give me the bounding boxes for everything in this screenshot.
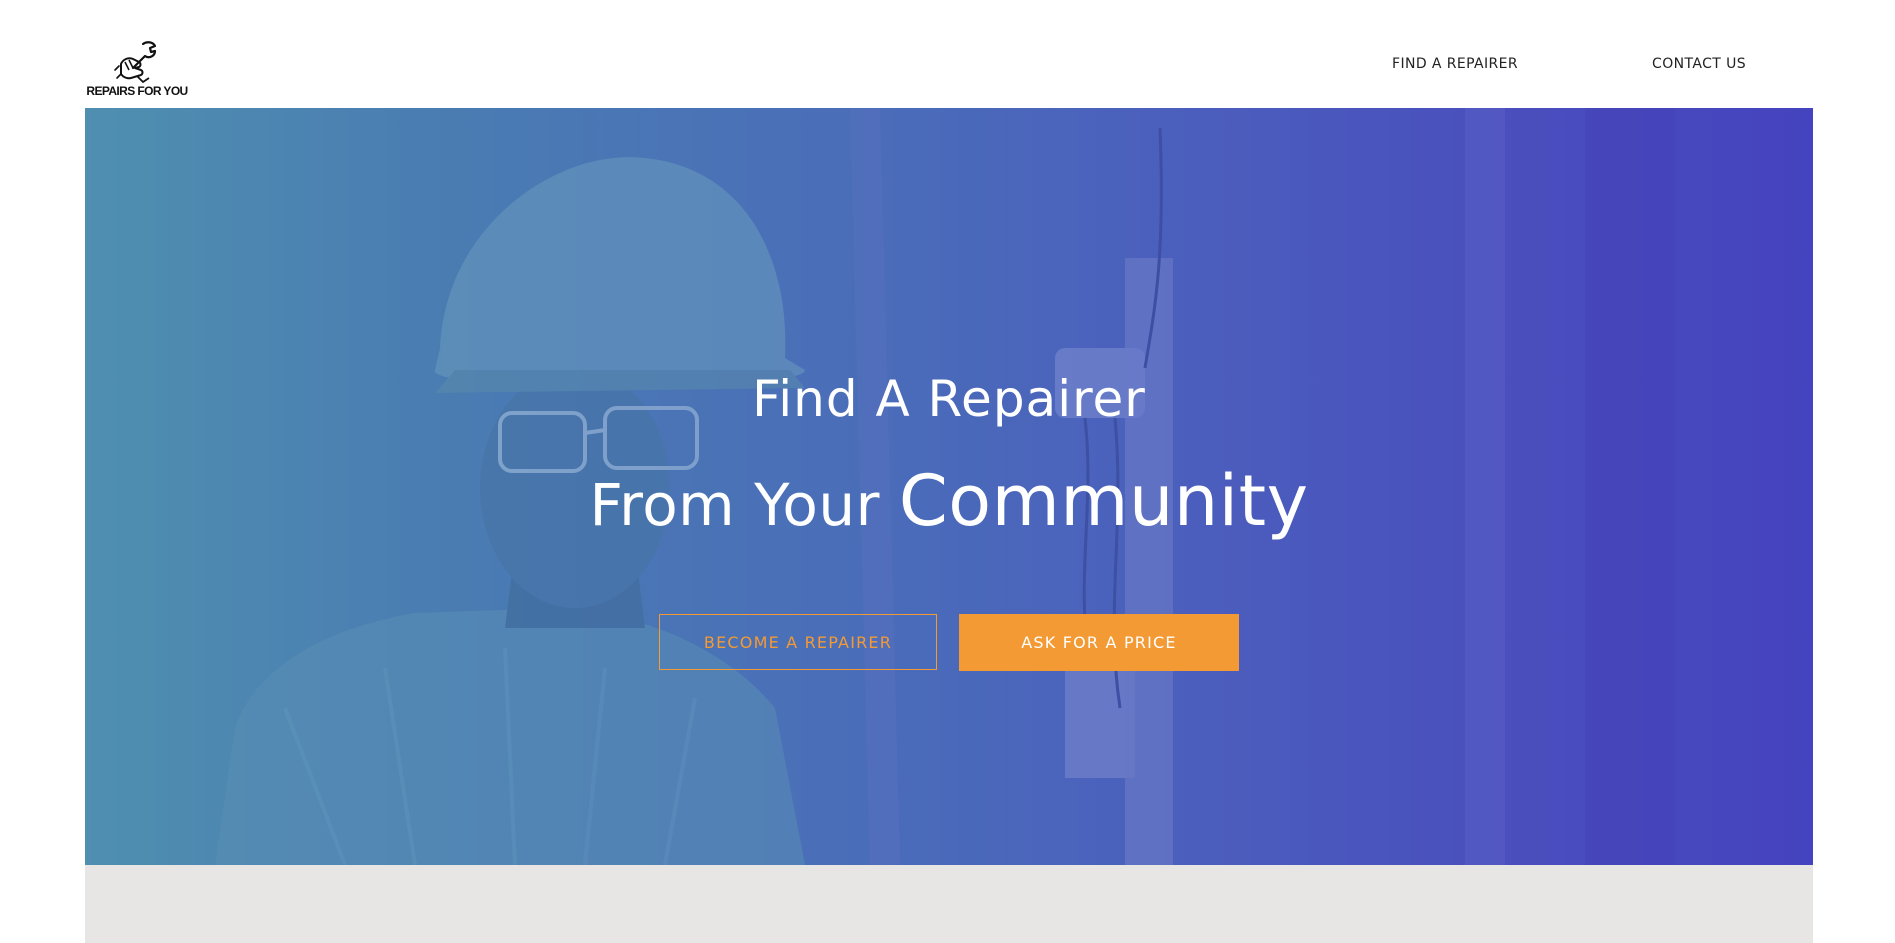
hero-banner: Find A Repairer From Your Community BECO… <box>85 108 1813 865</box>
hero-subtitle-community: Community <box>898 460 1309 542</box>
page: REPAIRS FOR YOU FIND A REPAIRER CONTACT … <box>0 0 1895 943</box>
hero-subtitle: From Your Community <box>85 460 1813 542</box>
become-a-repairer-button[interactable]: BECOME A REPAIRER <box>659 614 937 670</box>
next-section-band <box>85 865 1813 943</box>
hero-subtitle-lead: From Your <box>589 471 899 539</box>
ask-for-a-price-button[interactable]: ASK FOR A PRICE <box>959 614 1239 671</box>
nav-find-a-repairer[interactable]: FIND A REPAIRER <box>1392 56 1518 72</box>
site-logo[interactable]: REPAIRS FOR YOU <box>86 40 188 102</box>
hero-title: Find A Repairer <box>752 370 1146 428</box>
site-header: REPAIRS FOR YOU FIND A REPAIRER CONTACT … <box>0 0 1895 108</box>
nav-contact-us[interactable]: CONTACT US <box>1652 56 1746 72</box>
main-nav: FIND A REPAIRER CONTACT US <box>1392 56 1746 72</box>
hand-wrench-icon <box>114 41 157 83</box>
logo-text: REPAIRS FOR YOU <box>86 84 188 98</box>
